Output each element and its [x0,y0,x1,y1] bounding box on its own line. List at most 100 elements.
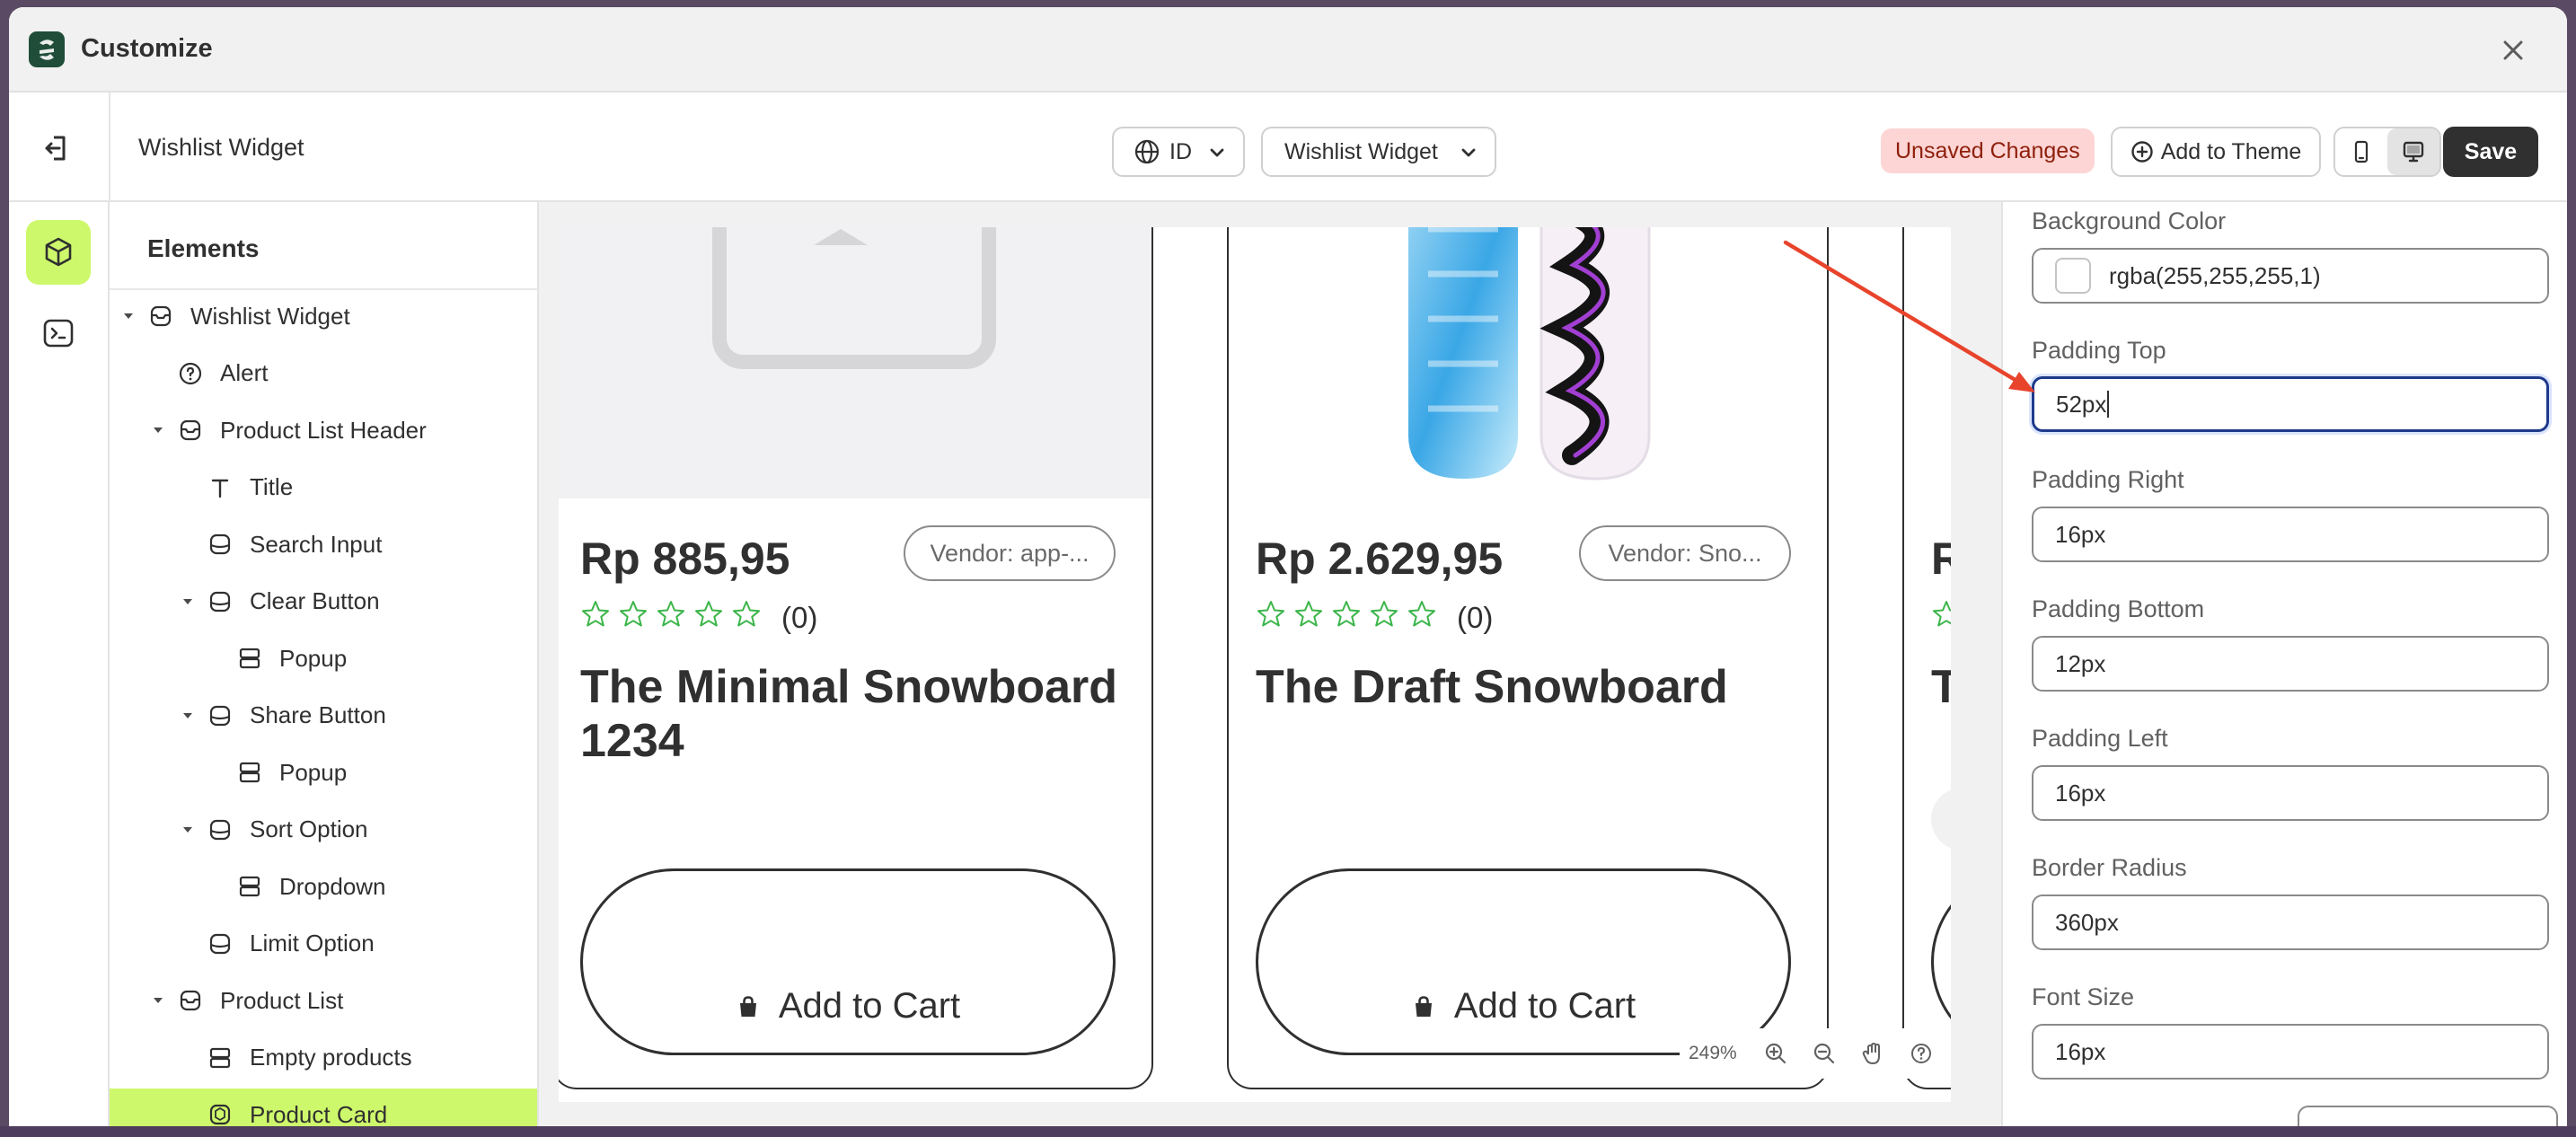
close-icon[interactable] [2495,32,2531,68]
star-icon [1295,601,1322,627]
rating-stars [1256,599,1437,635]
tree-item[interactable]: Wishlist Widget [110,290,537,342]
add-to-cart-button[interactable]: Add to Cart [580,868,1116,1055]
padding-top-input[interactable]: 52px [2032,376,2549,432]
tree-item[interactable]: Alert [110,348,537,400]
block-icon [209,533,231,555]
product-title[interactable]: The Draft Snowboard [1256,660,1827,714]
layout-icon [209,1047,231,1068]
caret-down-icon[interactable] [181,710,194,722]
tree-item[interactable]: Search Input [110,518,537,570]
product-icon [209,1104,231,1125]
terminal-icon [43,319,74,348]
product-price: Rp 2.629,95 [1256,533,1504,584]
cart-skeleton [1931,788,1951,851]
caret-down-icon[interactable] [181,824,194,836]
customize-window: Customize Wishlist Widget ID Wishlist Wi… [9,7,2567,1126]
help-icon[interactable] [1902,1035,1940,1072]
block-icon [209,705,231,726]
tree-item[interactable]: Sort Option [110,804,537,856]
tree-item[interactable]: Popup [110,632,537,684]
tree-item[interactable]: Title [110,462,537,514]
exit-icon[interactable] [36,128,75,168]
add-to-cart-button[interactable] [1931,868,1951,1055]
rating-count: (0) [781,601,818,634]
star-icon [657,601,684,627]
zoom-level: 249% [1689,1043,1737,1063]
chevron-down-icon [1210,148,1224,157]
tree-item-label: Product List [220,986,344,1014]
font-size-label: Font Size [2032,983,2135,1010]
padding-right-value: 16px [2055,520,2106,548]
caret-down-icon[interactable] [152,424,164,436]
hand-icon[interactable] [1854,1035,1892,1072]
background-color-input[interactable]: rgba(255,255,255,1) [2032,248,2549,304]
tree-item-label: Dropdown [279,872,386,900]
product-title[interactable]: The Minimal Snowboard 1234 [580,660,1151,768]
code-tab[interactable] [26,301,91,366]
font-size-input[interactable]: 16px [2032,1024,2549,1080]
add-to-theme-button[interactable]: Add to Theme [2111,127,2321,177]
tree-item[interactable]: Empty products [110,1032,537,1084]
padding-top-label: Padding Top [2032,337,2166,364]
save-button[interactable]: Save [2443,127,2538,177]
border-radius-input[interactable]: 360px [2032,895,2549,950]
language-select[interactable]: ID [1112,127,1245,177]
padding-bottom-input[interactable]: 12px [2032,636,2549,692]
mobile-view-button[interactable] [2335,128,2387,175]
elements-tab[interactable] [26,220,91,285]
caret-down-icon[interactable] [181,595,194,608]
header-divider [109,93,110,202]
block-icon [209,591,231,612]
product-price: R [1931,533,1951,585]
star-icon [1933,601,1951,627]
side-rail [9,202,110,1126]
star-icon [695,601,722,627]
tree-item[interactable]: Share Button [110,690,537,742]
plus-circle-icon [2131,141,2153,163]
padding-right-input[interactable]: 16px [2032,507,2549,562]
tree-item[interactable]: Dropdown [110,860,537,912]
page-title: Wishlist Widget [138,134,304,161]
caret-down-icon[interactable] [122,310,135,322]
zoom-out-icon[interactable] [1805,1035,1843,1072]
tree-item[interactable]: Product List Header [110,404,537,456]
unsaved-changes-badge: Unsaved Changes [1881,128,2095,173]
tree-item[interactable]: Limit Option [110,918,537,970]
product-card[interactable]: Rp 2.629,95 Vendor: Sno... (0) The Draft… [1227,227,1829,1089]
product-card[interactable]: Rp 885,95 Vendor: app-... (0) The Minima… [559,227,1153,1089]
add-to-theme-label: Add to Theme [2160,138,2302,164]
padding-bottom-value: 12px [2055,649,2106,677]
product-card[interactable]: R T [1902,227,1951,1089]
vendor-badge[interactable]: Vendor: app-... [904,525,1116,581]
rating-stars [1931,599,1951,635]
mobile-icon [2354,140,2369,163]
star-icon [1408,601,1435,627]
widget-value: Wishlist Widget [1284,138,1438,164]
chevron-down-icon [1461,148,1476,157]
desktop-icon [2403,141,2424,163]
padding-left-input[interactable]: 16px [2032,765,2549,821]
vendor-badge[interactable]: Vendor: Sno... [1579,525,1791,581]
add-to-cart-button[interactable]: Add to Cart [1256,868,1791,1055]
desktop-view-button[interactable] [2387,128,2439,175]
tree-item-label: Popup [279,758,348,786]
tree-item-label: Share Button [250,701,386,728]
tree-item-label: Sort Option [250,815,368,842]
text-icon [211,479,229,498]
tree-item[interactable]: Product List [110,974,537,1027]
zoom-in-icon[interactable] [1757,1035,1795,1072]
font-weight-select[interactable] [2298,1106,2558,1126]
tree-item-label: Alert [220,359,269,386]
tree-item[interactable]: Product Card [110,1089,537,1126]
tree-item[interactable]: Clear Button [110,576,537,628]
shopping-bag-icon [1415,995,1432,1017]
widget-select[interactable]: Wishlist Widget [1261,127,1496,177]
border-radius-value: 360px [2055,908,2119,936]
layout-icon [239,648,260,669]
app-logo-icon [29,31,65,67]
color-swatch[interactable] [2055,258,2091,294]
product-title[interactable]: T [1931,660,1951,714]
caret-down-icon[interactable] [152,994,164,1007]
tree-item[interactable]: Popup [110,746,537,798]
